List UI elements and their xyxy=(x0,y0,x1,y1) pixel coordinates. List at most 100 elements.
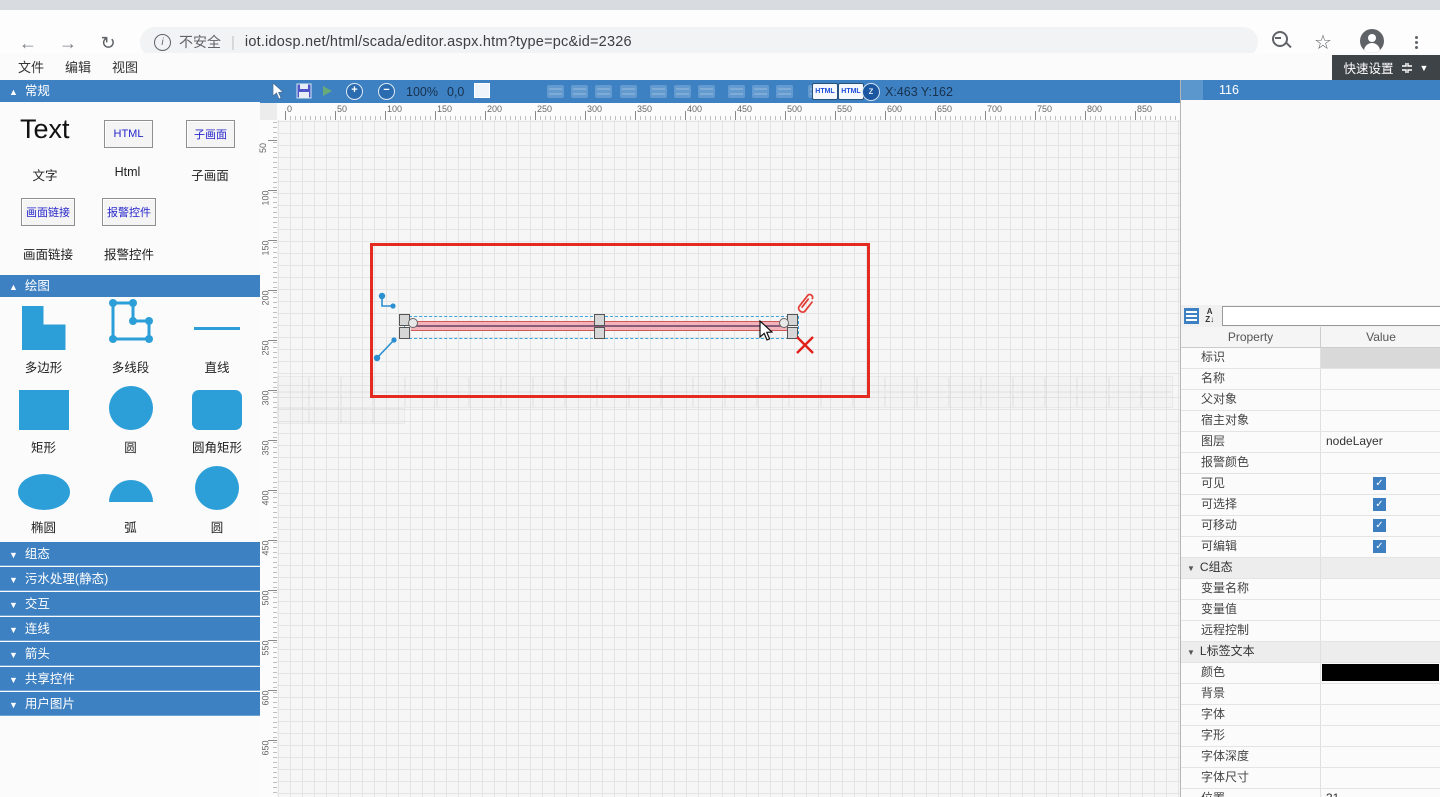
property-row-3[interactable]: 宿主对象 xyxy=(1181,411,1440,432)
property-row-13[interactable]: 远程控制 xyxy=(1181,621,1440,642)
shape-tool-circle[interactable]: 圆 xyxy=(87,380,174,460)
shape-tool-polygon[interactable]: 多边形 xyxy=(0,300,87,380)
checkbox-checked-icon[interactable]: ✓ xyxy=(1373,477,1386,490)
color-swatch[interactable] xyxy=(1322,664,1439,681)
section-header-common[interactable]: ▲常规 xyxy=(0,80,260,102)
property-value[interactable]: 31 xyxy=(1321,789,1440,797)
property-row-9[interactable]: 可编辑✓ xyxy=(1181,537,1440,558)
property-value[interactable] xyxy=(1321,726,1440,746)
value-column-header[interactable]: Value xyxy=(1321,327,1440,347)
property-value[interactable] xyxy=(1321,684,1440,704)
select-cursor-icon[interactable] xyxy=(271,82,285,100)
align-icon-1[interactable] xyxy=(571,85,588,98)
property-value[interactable] xyxy=(1321,390,1440,410)
property-row-20[interactable]: 字体尺寸 xyxy=(1181,768,1440,789)
shape-tool-circle[interactable]: 圆 xyxy=(174,460,260,540)
tool-alarm[interactable]: 报警控件 xyxy=(102,198,156,226)
shape-tool-rect[interactable]: 矩形 xyxy=(0,380,87,460)
tool-text[interactable]: Text xyxy=(20,114,70,145)
property-value[interactable]: ✓ xyxy=(1321,474,1440,494)
line-tool-icon[interactable] xyxy=(373,334,399,362)
property-value[interactable] xyxy=(1321,621,1440,641)
menu-item-2[interactable]: 视图 xyxy=(112,57,138,76)
section-header-5[interactable]: ▼共享控件 xyxy=(0,667,260,691)
align-icon-0[interactable] xyxy=(547,85,564,98)
property-row-16[interactable]: 背景 xyxy=(1181,684,1440,705)
section-header-6[interactable]: ▼用户图片 xyxy=(0,692,260,716)
property-value[interactable] xyxy=(1321,579,1440,599)
section-header-2[interactable]: ▼交互 xyxy=(0,592,260,616)
property-row-5[interactable]: 报警颜色 xyxy=(1181,453,1440,474)
property-row-6[interactable]: 可见✓ xyxy=(1181,474,1440,495)
html-export-icon[interactable]: HTML xyxy=(812,83,838,100)
menu-item-0[interactable]: 文件 xyxy=(18,57,44,76)
tool-html[interactable]: HTML xyxy=(104,120,153,148)
html-view-icon[interactable]: HTML xyxy=(838,83,864,100)
property-row-15[interactable]: 颜色 xyxy=(1181,663,1440,684)
property-row-17[interactable]: 字体 xyxy=(1181,705,1440,726)
align-icon-9[interactable] xyxy=(776,85,793,98)
design-surface[interactable] xyxy=(277,120,1180,797)
property-value[interactable] xyxy=(1321,663,1440,683)
property-row-4[interactable]: 图层nodeLayer xyxy=(1181,432,1440,453)
group-arrow-icon[interactable]: ▼ xyxy=(1187,564,1195,573)
menu-item-1[interactable]: 编辑 xyxy=(65,57,91,76)
property-row-2[interactable]: 父对象 xyxy=(1181,390,1440,411)
resize-handle[interactable] xyxy=(399,327,410,339)
categorized-view-icon[interactable] xyxy=(1184,308,1199,324)
property-row-14[interactable]: ▼L标签文本 xyxy=(1181,642,1440,663)
canvas-color-swatch[interactable] xyxy=(474,83,490,98)
tool-subscreen[interactable]: 子画面 xyxy=(186,120,235,148)
line-endpoint[interactable] xyxy=(779,318,789,328)
property-row-1[interactable]: 名称 xyxy=(1181,369,1440,390)
property-value[interactable] xyxy=(1321,411,1440,431)
property-value[interactable] xyxy=(1321,642,1440,662)
tool-screenlink[interactable]: 画面链接 xyxy=(21,198,75,226)
align-icon-3[interactable] xyxy=(620,85,637,98)
property-value[interactable] xyxy=(1321,705,1440,725)
zoom-out-page-icon[interactable] xyxy=(1272,31,1292,51)
section-header-draw[interactable]: ▲绘图 xyxy=(0,275,260,297)
shape-tool-rounded-rect[interactable]: 圆角矩形 xyxy=(174,380,260,460)
property-row-8[interactable]: 可移动✓ xyxy=(1181,516,1440,537)
property-row-21[interactable]: 位置31 xyxy=(1181,789,1440,797)
property-row-18[interactable]: 字形 xyxy=(1181,726,1440,747)
property-value[interactable]: ✓ xyxy=(1321,516,1440,536)
property-row-11[interactable]: 变量名称 xyxy=(1181,579,1440,600)
align-icon-8[interactable] xyxy=(752,85,769,98)
sort-az-icon[interactable]: AZ↓ xyxy=(1202,308,1217,324)
property-column-header[interactable]: Property xyxy=(1181,327,1321,347)
property-row-10[interactable]: ▼C组态 xyxy=(1181,558,1440,579)
line-endpoint[interactable] xyxy=(408,318,418,328)
align-icon-2[interactable] xyxy=(595,85,612,98)
resize-handle[interactable] xyxy=(594,327,605,339)
property-search-input[interactable] xyxy=(1222,306,1440,326)
property-row-7[interactable]: 可选择✓ xyxy=(1181,495,1440,516)
property-value[interactable] xyxy=(1321,348,1440,368)
section-header-1[interactable]: ▼污水处理(静态) xyxy=(0,567,260,591)
property-row-19[interactable]: 字体深度 xyxy=(1181,747,1440,768)
property-value[interactable] xyxy=(1321,369,1440,389)
property-value[interactable]: ✓ xyxy=(1321,537,1440,557)
connect-node-icon[interactable] xyxy=(377,292,399,316)
shape-tool-line[interactable]: 直线 xyxy=(174,300,260,380)
quick-settings-button[interactable]: 快速设置 ▼ xyxy=(1332,55,1440,80)
resize-handle[interactable] xyxy=(594,314,605,326)
checkbox-checked-icon[interactable]: ✓ xyxy=(1373,519,1386,532)
property-value[interactable] xyxy=(1321,558,1440,578)
property-value[interactable]: nodeLayer xyxy=(1321,432,1440,452)
section-header-3[interactable]: ▼连线 xyxy=(0,617,260,641)
align-icon-5[interactable] xyxy=(674,85,691,98)
property-value[interactable] xyxy=(1321,600,1440,620)
section-header-4[interactable]: ▼箭头 xyxy=(0,642,260,666)
browser-menu-icon[interactable] xyxy=(1406,31,1426,53)
save-icon[interactable] xyxy=(296,83,312,99)
group-arrow-icon[interactable]: ▼ xyxy=(1187,648,1195,657)
checkbox-checked-icon[interactable]: ✓ xyxy=(1373,498,1386,511)
panel-tab-icon[interactable] xyxy=(1181,80,1203,100)
section-header-0[interactable]: ▼组态 xyxy=(0,542,260,566)
property-value[interactable]: ✓ xyxy=(1321,495,1440,515)
delete-x-icon[interactable] xyxy=(794,334,816,356)
align-icon-6[interactable] xyxy=(698,85,715,98)
run-icon[interactable] xyxy=(323,86,332,96)
